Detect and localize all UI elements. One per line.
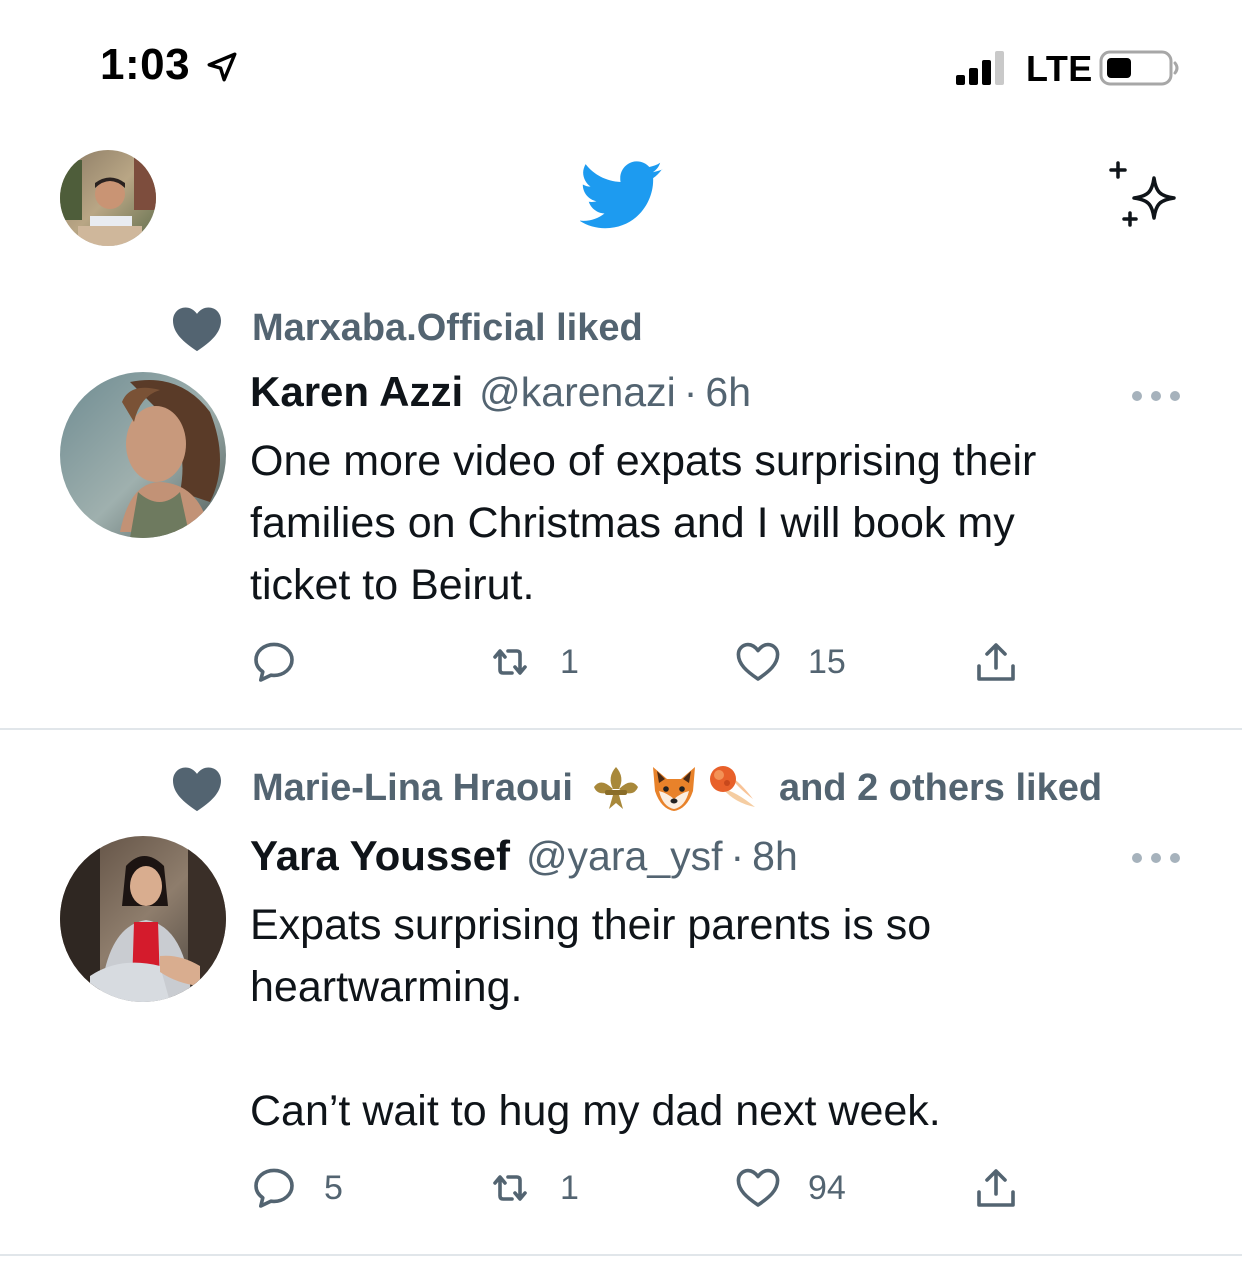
tweet-timestamp[interactable]: 8h (752, 833, 798, 880)
author-name[interactable]: Yara Youssef (250, 832, 510, 880)
retweet-button[interactable]: 1 (486, 1160, 579, 1216)
tweet-divider (0, 728, 1242, 730)
share-icon (977, 1169, 1015, 1207)
more-options-icon[interactable] (1132, 386, 1180, 406)
tweet-text-line: families on Christmas and I will book my (250, 499, 1015, 547)
comet-icon (709, 766, 755, 807)
separator: · (730, 833, 745, 879)
tweet-header: Karen Azzi @karenazi · 6h (250, 368, 751, 426)
tweet-actions: 1 15 (250, 634, 1050, 690)
social-context-name[interactable]: Marie-Lina Hraoui (252, 767, 573, 810)
fox-icon (652, 767, 695, 811)
reply-icon (254, 642, 294, 682)
tweet-divider (0, 1254, 1242, 1256)
retweet-icon (493, 649, 527, 675)
social-context-suffix[interactable]: and 2 others liked (779, 767, 1102, 810)
author-name[interactable]: Karen Azzi (250, 368, 463, 416)
retweet-count: 1 (560, 642, 579, 681)
author-handle[interactable]: @karenazi (479, 369, 676, 416)
fleur-de-lis-icon (593, 767, 638, 809)
tweet-text-line: Can’t wait to hug my dad next week. (250, 1087, 941, 1135)
like-button[interactable]: 94 (734, 1160, 846, 1216)
social-context-text[interactable]: Marxaba.Official liked (252, 307, 643, 350)
reply-icon (254, 1168, 294, 1208)
reply-button[interactable]: 5 (250, 1160, 343, 1216)
battery-icon (1099, 50, 1179, 86)
tweet-text-line: ticket to Beirut. (250, 561, 535, 609)
reply-count: 5 (324, 1168, 343, 1207)
location-arrow-icon (207, 52, 237, 82)
retweet-button[interactable]: 1 (486, 634, 579, 690)
more-options-icon[interactable] (1132, 848, 1180, 868)
network-type: LTE (1026, 48, 1093, 89)
heart-outline-icon (736, 642, 780, 681)
emoji-row (589, 761, 763, 815)
like-count: 15 (808, 642, 846, 681)
social-context: Marxaba.Official liked (170, 298, 643, 358)
tweet-timestamp[interactable]: 6h (705, 369, 751, 416)
cellular-signal-icon (956, 51, 1004, 85)
separator: · (683, 369, 698, 415)
tweet-yara-youssef[interactable]: Marie-Lina Hraoui and 2 others liked Yar… (0, 740, 1242, 1252)
tweet-header: Yara Youssef @yara_ysf · 8h (250, 832, 798, 890)
yara-avatar-image (60, 836, 226, 1002)
share-icon (977, 643, 1015, 681)
heart-filled-icon (173, 307, 221, 352)
status-bar: 1:03 LTE (0, 0, 1242, 130)
avatar[interactable] (60, 372, 226, 538)
share-button[interactable] (972, 1160, 1020, 1216)
tweet-text-line: heartwarming. (250, 963, 523, 1011)
tweet-text: One more video of expats surprising thei… (250, 430, 1180, 616)
tweet-karen-azzi[interactable]: Marxaba.Official liked Karen Azzi @karen… (0, 280, 1242, 728)
heart-filled-icon (173, 767, 221, 812)
retweet-icon (493, 1175, 527, 1201)
like-count: 94 (808, 1168, 846, 1207)
tweet-text-line: Expats surprising their parents is so (250, 901, 932, 949)
profile-avatar[interactable] (60, 150, 156, 246)
reply-button[interactable] (250, 634, 324, 690)
like-button[interactable]: 15 (734, 634, 846, 690)
twitter-bird-icon[interactable] (580, 160, 664, 232)
status-time: 1:03 (100, 40, 191, 89)
author-handle[interactable]: @yara_ysf (526, 833, 723, 880)
retweet-count: 1 (560, 1168, 579, 1207)
user-avatar (60, 150, 156, 246)
tweet-text-line: One more video of expats surprising thei… (250, 437, 1037, 485)
heart-outline-icon (736, 1168, 780, 1207)
share-button[interactable] (972, 634, 1020, 690)
tweet-text: Expats surprising their parents is so he… (250, 894, 1180, 1142)
karen-avatar-image (60, 372, 226, 538)
social-context: Marie-Lina Hraoui and 2 others liked (170, 758, 1102, 818)
avatar[interactable] (60, 836, 226, 1002)
timeline-header (0, 130, 1242, 260)
tweet-actions: 5 1 94 (250, 1160, 1050, 1216)
sparkle-icon[interactable] (1108, 160, 1186, 232)
